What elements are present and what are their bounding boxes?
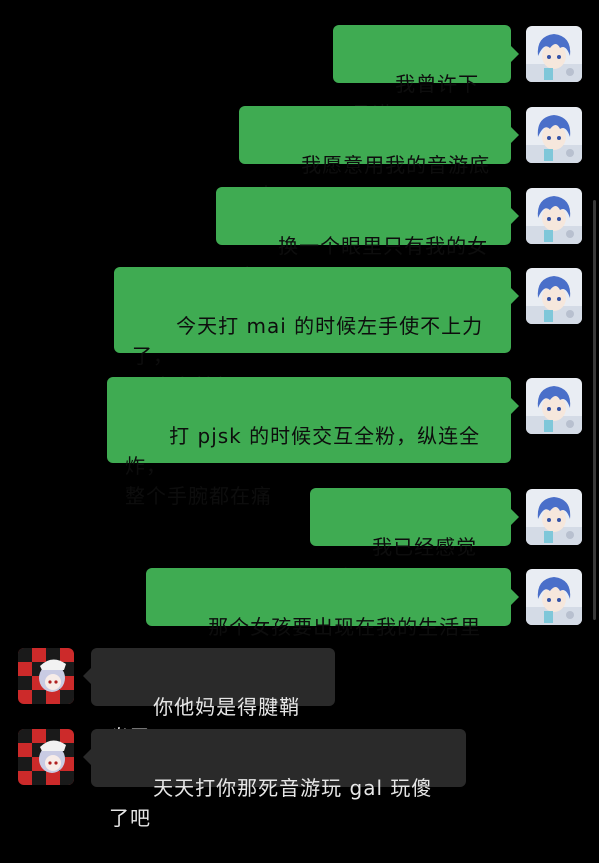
bubble-tail [511,127,519,143]
message-bubble-incoming[interactable]: 你他妈是得腱鞘炎了 [91,648,335,749]
bubble-tail [511,288,519,304]
chat-window: 我曾许下承诺 我愿意用我的音游底力 [0,0,599,830]
self-avatar[interactable] [526,268,582,324]
bubble-tail [511,46,519,62]
anime-blue-hair-avatar-icon [526,378,582,434]
self-avatar[interactable] [526,188,582,244]
bubble-tail [511,509,519,525]
anime-blue-hair-avatar-icon [526,268,582,324]
anime-blue-hair-avatar-icon [526,569,582,625]
message-bubble-outgoing[interactable]: 今天打 mai 的时候左手使不上力了， 一直在拍框 [114,267,511,398]
self-avatar[interactable] [526,489,582,545]
bubble-tail [83,749,91,765]
bubble-tail [511,208,519,224]
bubble-tail [511,589,519,605]
bubble-tail [83,668,91,684]
bubble-tail [511,398,519,414]
other-avatar[interactable] [18,729,74,785]
scrollbar[interactable] [593,200,596,620]
message-bubble-outgoing[interactable]: 我愿意用我的音游底力 [239,106,511,207]
self-avatar[interactable] [526,26,582,82]
anime-blue-hair-avatar-icon [526,188,582,244]
other-avatar[interactable] [18,648,74,704]
message-bubble-incoming[interactable]: 天天打你那死音游玩 gal 玩傻了吧 [91,729,466,830]
self-avatar[interactable] [526,569,582,625]
anime-blue-hair-avatar-icon [526,107,582,163]
message-text: 天天打你那死音游玩 gal 玩傻了吧 [109,776,433,830]
message-bubble-outgoing[interactable]: 我已经感觉到了 [310,488,511,589]
anime-checker-avatar-icon [18,648,74,704]
message-bubble-outgoing[interactable]: 打 pjsk 的时候交互全粉，纵连全炸， 整个手腕都在痛 [107,377,511,508]
message-bubble-outgoing[interactable]: 我曾许下承诺 [333,25,511,126]
self-avatar[interactable] [526,378,582,434]
anime-blue-hair-avatar-icon [526,26,582,82]
message-bubble-outgoing[interactable]: 那个女孩要出现在我的生活里了 [146,568,511,669]
anime-blue-hair-avatar-icon [526,489,582,545]
anime-checker-avatar-icon [18,729,74,785]
message-bubble-outgoing[interactable]: 换一个眼里只有我的女孩 [216,187,511,288]
self-avatar[interactable] [526,107,582,163]
